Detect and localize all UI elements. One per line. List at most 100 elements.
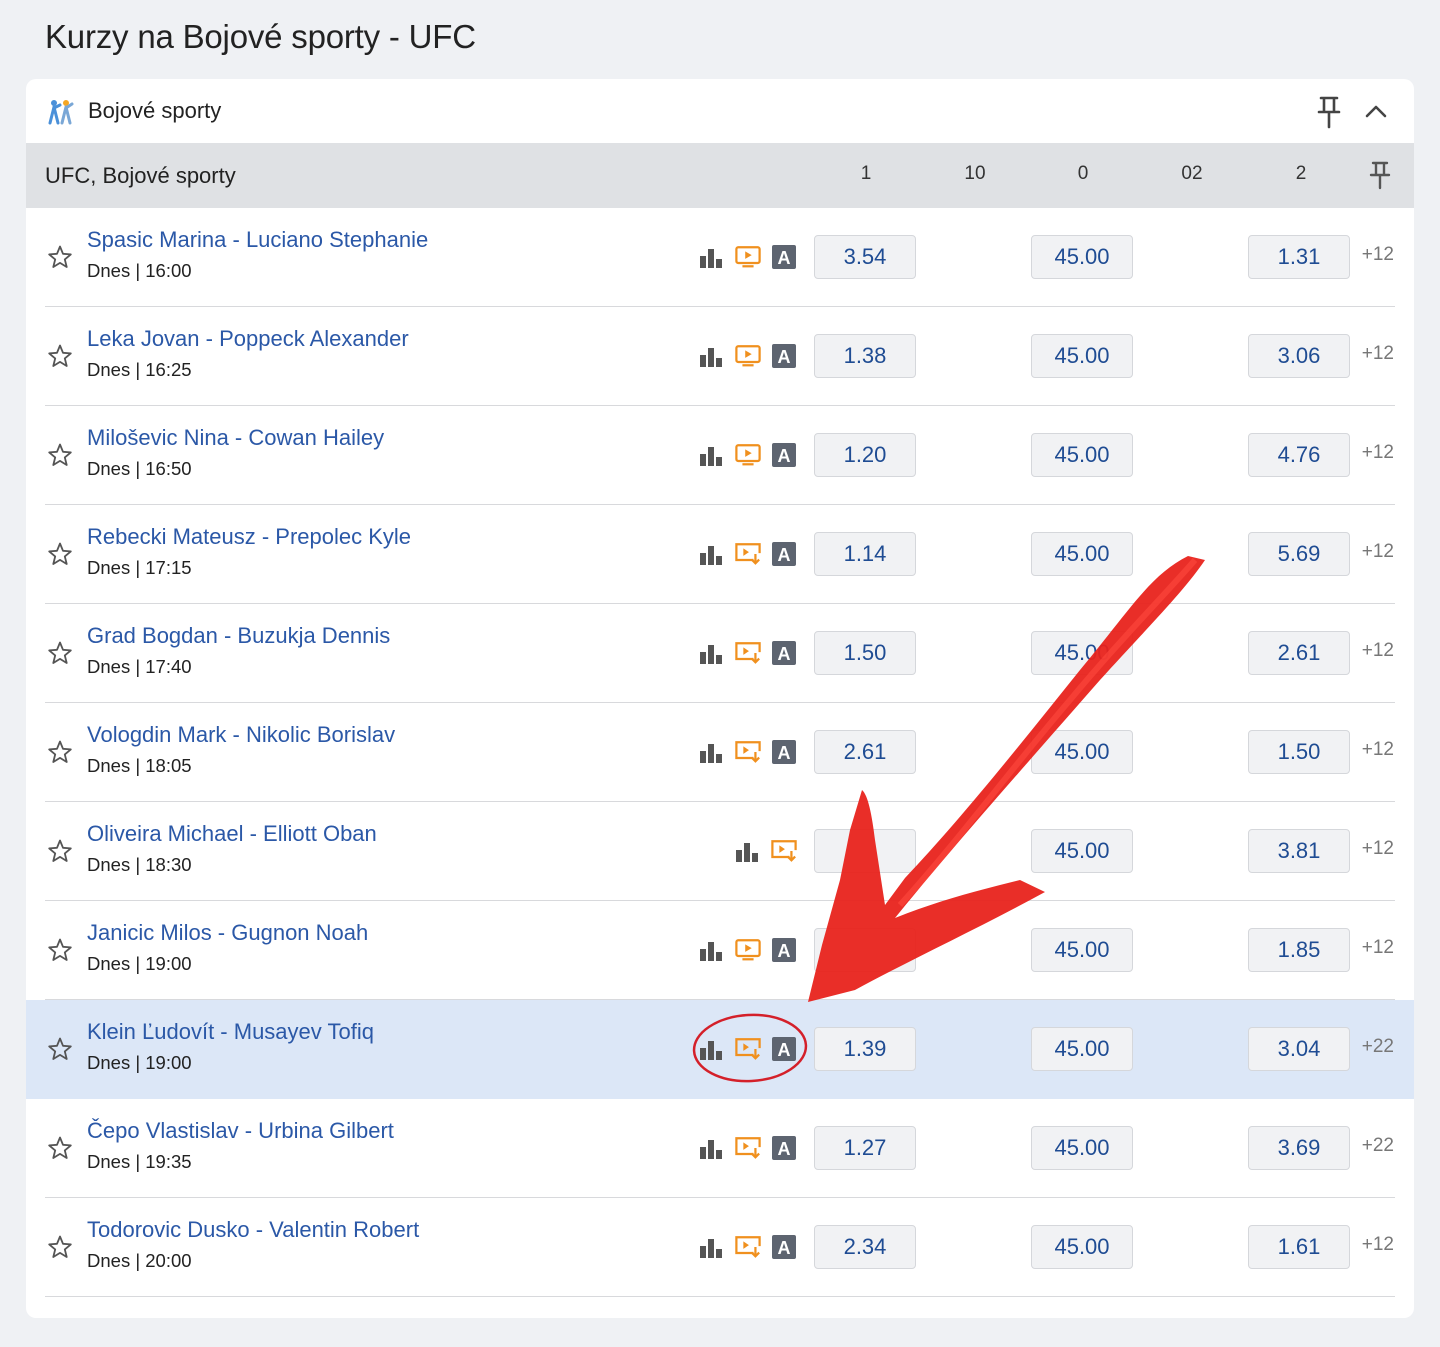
match-row[interactable]: Leka Jovan - Poppeck Alexander Dnes | 16:… [26, 307, 1414, 406]
stats-icon[interactable] [699, 1135, 725, 1161]
match-row[interactable]: Oliveira Michael - Elliott Oban Dnes | 18… [26, 802, 1414, 901]
match-name[interactable]: Leka Jovan - Poppeck Alexander [87, 326, 409, 352]
odd-button-0[interactable]: 45.00 [1031, 1027, 1133, 1071]
match-name[interactable]: Klein Ľudovít - Musayev Tofiq [87, 1019, 374, 1045]
favorite-star-icon[interactable] [47, 838, 73, 864]
favorite-star-icon[interactable] [47, 739, 73, 765]
stats-icon[interactable] [699, 541, 725, 567]
odd-button-1[interactable] [814, 928, 916, 972]
live-video-icon[interactable] [735, 343, 761, 369]
odd-button-0[interactable]: 45.00 [1031, 532, 1133, 576]
odd-button-1[interactable]: 1.39 [814, 1027, 916, 1071]
stats-icon[interactable] [699, 244, 725, 270]
pin-icon[interactable] [1368, 160, 1392, 190]
match-row[interactable]: Janicic Milos - Gugnon Noah Dnes | 19:00 A… [26, 901, 1414, 1000]
odd-button-2[interactable]: 4.76 [1248, 433, 1350, 477]
match-name[interactable]: Todorovic Dusko - Valentin Robert [87, 1217, 419, 1243]
match-name[interactable]: Grad Bogdan - Buzukja Dennis [87, 623, 390, 649]
odd-button-1[interactable]: 1.14 [814, 532, 916, 576]
stream-video-icon[interactable] [735, 1036, 761, 1062]
more-markets-link[interactable]: +12 [1362, 937, 1394, 959]
match-row[interactable]: Grad Bogdan - Buzukja Dennis Dnes | 17:40… [26, 604, 1414, 703]
stats-icon[interactable] [699, 937, 725, 963]
odd-button-0[interactable]: 45.00 [1031, 829, 1133, 873]
stream-video-icon[interactable] [771, 838, 797, 864]
sport-header[interactable]: Bojové sporty [26, 79, 1414, 143]
odd-button-2[interactable]: 3.69 [1248, 1126, 1350, 1170]
stream-video-icon[interactable] [735, 1234, 761, 1260]
favorite-star-icon[interactable] [47, 1135, 73, 1161]
odd-button-2[interactable]: 1.61 [1248, 1225, 1350, 1269]
stream-video-icon[interactable] [735, 541, 761, 567]
odd-button-0[interactable]: 45.00 [1031, 631, 1133, 675]
stats-icon[interactable] [699, 739, 725, 765]
live-video-icon[interactable] [735, 244, 761, 270]
stats-icon[interactable] [699, 343, 725, 369]
odd-button-0[interactable]: 45.00 [1031, 730, 1133, 774]
favorite-star-icon[interactable] [47, 1234, 73, 1260]
odd-button-2[interactable]: 2.61 [1248, 631, 1350, 675]
live-video-icon[interactable] [735, 442, 761, 468]
more-markets-link[interactable]: +12 [1362, 442, 1394, 464]
favorite-star-icon[interactable] [47, 541, 73, 567]
favorite-star-icon[interactable] [47, 1036, 73, 1062]
odd-button-1[interactable]: 3.54 [814, 235, 916, 279]
stats-icon[interactable] [699, 1234, 725, 1260]
more-markets-link[interactable]: +12 [1362, 1234, 1394, 1256]
more-markets-link[interactable]: +12 [1362, 343, 1394, 365]
match-name[interactable]: Spasic Marina - Luciano Stephanie [87, 227, 428, 253]
more-markets-link[interactable]: +12 [1362, 541, 1394, 563]
match-row[interactable]: Todorovic Dusko - Valentin Robert Dnes | … [26, 1198, 1414, 1297]
odd-button-1[interactable]: 1.50 [814, 631, 916, 675]
odd-button-2[interactable]: 1.85 [1248, 928, 1350, 972]
match-row[interactable]: Spasic Marina - Luciano Stephanie Dnes | … [26, 208, 1414, 307]
match-name[interactable]: Rebecki Mateusz - Prepolec Kyle [87, 524, 411, 550]
stats-icon[interactable] [699, 442, 725, 468]
match-row[interactable]: Čepo Vlastislav - Urbina Gilbert Dnes | 1… [26, 1099, 1414, 1198]
match-row[interactable]: Miloševic Nina - Cowan Hailey Dnes | 16:5… [26, 406, 1414, 505]
more-markets-link[interactable]: +12 [1362, 838, 1394, 860]
odd-button-1[interactable] [814, 829, 916, 873]
favorite-star-icon[interactable] [47, 343, 73, 369]
odd-button-2[interactable]: 5.69 [1248, 532, 1350, 576]
stream-video-icon[interactable] [735, 1135, 761, 1161]
match-row[interactable]: Klein Ľudovít - Musayev Tofiq Dnes | 19:0… [26, 1000, 1414, 1099]
odd-button-2[interactable]: 3.06 [1248, 334, 1350, 378]
odd-button-1[interactable]: 2.34 [814, 1225, 916, 1269]
odd-button-2[interactable]: 3.04 [1248, 1027, 1350, 1071]
favorite-star-icon[interactable] [47, 244, 73, 270]
favorite-star-icon[interactable] [47, 937, 73, 963]
odd-button-2[interactable]: 1.50 [1248, 730, 1350, 774]
match-name[interactable]: Miloševic Nina - Cowan Hailey [87, 425, 384, 451]
odd-button-0[interactable]: 45.00 [1031, 334, 1133, 378]
match-name[interactable]: Oliveira Michael - Elliott Oban [87, 821, 377, 847]
odd-button-1[interactable]: 2.61 [814, 730, 916, 774]
odd-button-1[interactable]: 1.20 [814, 433, 916, 477]
stream-video-icon[interactable] [735, 739, 761, 765]
chevron-up-icon[interactable] [1362, 99, 1390, 123]
odd-button-0[interactable]: 45.00 [1031, 928, 1133, 972]
odd-button-0[interactable]: 45.00 [1031, 1126, 1133, 1170]
stats-icon[interactable] [699, 1036, 725, 1062]
favorite-star-icon[interactable] [47, 442, 73, 468]
odd-button-2[interactable]: 3.81 [1248, 829, 1350, 873]
match-name[interactable]: Janicic Milos - Gugnon Noah [87, 920, 368, 946]
match-row[interactable]: Vologdin Mark - Nikolic Borislav Dnes | 1… [26, 703, 1414, 802]
stream-video-icon[interactable] [735, 640, 761, 666]
live-video-icon[interactable] [735, 937, 761, 963]
stats-icon[interactable] [699, 640, 725, 666]
match-name[interactable]: Vologdin Mark - Nikolic Borislav [87, 722, 395, 748]
match-name[interactable]: Čepo Vlastislav - Urbina Gilbert [87, 1118, 394, 1144]
more-markets-link[interactable]: +12 [1362, 244, 1394, 266]
pin-icon[interactable] [1314, 95, 1344, 129]
more-markets-link[interactable]: +12 [1362, 739, 1394, 761]
odd-button-0[interactable]: 45.00 [1031, 1225, 1133, 1269]
match-row[interactable]: Rebecki Mateusz - Prepolec Kyle Dnes | 17… [26, 505, 1414, 604]
odd-button-2[interactable]: 1.31 [1248, 235, 1350, 279]
stats-icon[interactable] [735, 838, 761, 864]
odd-button-0[interactable]: 45.00 [1031, 235, 1133, 279]
more-markets-link[interactable]: +12 [1362, 640, 1394, 662]
more-markets-link[interactable]: +22 [1362, 1135, 1394, 1157]
favorite-star-icon[interactable] [47, 640, 73, 666]
odd-button-0[interactable]: 45.00 [1031, 433, 1133, 477]
